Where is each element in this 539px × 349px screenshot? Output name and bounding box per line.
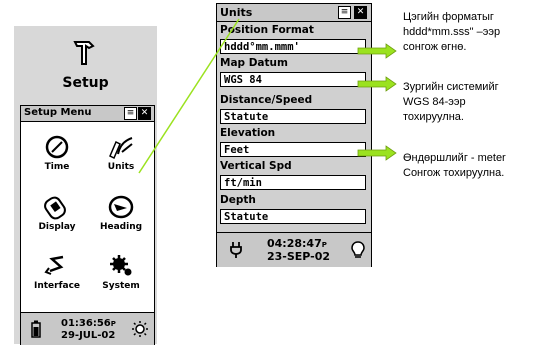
arrow-elevation	[357, 145, 397, 161]
note-line: hddd*mm.sss" –ээр	[403, 26, 501, 38]
note-elevation: Өндөршлийг - meter Сонгож тохируулна.	[403, 151, 506, 181]
note-map-datum: Зургийн системийг WGS 84-ээр тохируулна.	[403, 80, 499, 125]
note-line: Зургийн системийг	[403, 81, 499, 93]
arrow-map-datum	[357, 76, 397, 92]
note-position-format: Цэгийн форматыг hddd*mm.sss" –ээр сонгож…	[403, 10, 500, 55]
note-line: Цэгийн форматыг	[403, 11, 494, 23]
note-line: WGS 84-ээр	[403, 96, 466, 108]
note-line: Өндөршлийг - meter	[403, 152, 506, 164]
note-line: Сонгож тохируулна.	[403, 167, 505, 179]
note-line: сонгож өгнө.	[403, 41, 467, 53]
connector-line	[138, 18, 240, 174]
arrow-position-format	[357, 43, 397, 59]
note-line: тохируулна.	[403, 111, 464, 123]
